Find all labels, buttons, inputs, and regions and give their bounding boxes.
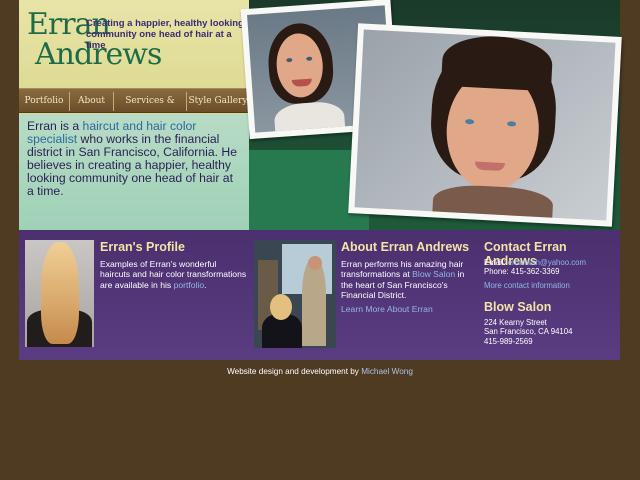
- profile-text-end: .: [204, 279, 207, 290]
- about-heading[interactable]: About Erran Andrews: [341, 240, 469, 254]
- nav-portfolio[interactable]: Portfolio: [19, 89, 69, 114]
- portfolio-link[interactable]: portfolio: [174, 280, 205, 290]
- intro-text: Erran is a haircut and hair color specia…: [27, 120, 242, 198]
- salon-phone: 415-989-2569: [484, 336, 533, 346]
- content-band: Erran's Profile Examples of Erran's wond…: [19, 230, 620, 360]
- page-container: Erran Andrews Creating a happier, health…: [19, 0, 622, 360]
- blow-salon-link[interactable]: Blow Salon: [412, 269, 455, 279]
- footer: Website design and development by Michae…: [0, 367, 640, 376]
- email-label: Email:: [484, 258, 508, 267]
- tagline: Creating a happier, healthy looking comm…: [86, 18, 244, 51]
- designer-link[interactable]: Michael Wong: [361, 367, 413, 376]
- nav-services-fees[interactable]: Services & Fees: [114, 89, 186, 131]
- portrait-photo-large: [348, 23, 622, 227]
- contact-info: Email: erranwsh@yahoo.com Phone: 415-362…: [484, 258, 620, 290]
- hero-photo-area: [240, 0, 622, 230]
- contact-email-line: Email: erranwsh@yahoo.com: [484, 258, 620, 267]
- intro-text-start: Erran is a: [27, 119, 83, 133]
- site-logo[interactable]: Erran Andrews: [27, 10, 162, 80]
- more-contact-link[interactable]: More contact information: [484, 281, 570, 290]
- salon-heading: Blow Salon: [484, 300, 552, 314]
- contact-phone: Phone: 415-362-3369: [484, 267, 560, 277]
- email-link[interactable]: erranwsh@yahoo.com: [508, 258, 586, 267]
- salon-address: 224 Kearny Street San Francisco, CA 9410…: [484, 318, 620, 346]
- nav-about[interactable]: About: [70, 89, 113, 114]
- profile-text: Examples of Erran's wonderful haircuts a…: [100, 259, 247, 290]
- salon-street: 224 Kearny Street: [484, 318, 547, 327]
- footer-text: Website design and development by: [227, 367, 362, 376]
- salon-city: San Francisco, CA 94104: [484, 327, 573, 337]
- header-panel: Erran Andrews Creating a happier, health…: [19, 0, 249, 230]
- about-text: Erran performs his amazing hair transfor…: [341, 259, 477, 300]
- profile-heading[interactable]: Erran's Profile: [100, 240, 185, 254]
- learn-more-link[interactable]: Learn More About Erran: [341, 304, 433, 314]
- main-nav: Portfolio About Services & Fees Style Ga…: [19, 88, 249, 131]
- nav-style-gallery[interactable]: Style Gallery: [187, 89, 249, 114]
- profile-photo[interactable]: [25, 240, 94, 347]
- intro-panel: Erran is a haircut and hair color specia…: [19, 114, 249, 230]
- salon-photo[interactable]: [254, 240, 336, 348]
